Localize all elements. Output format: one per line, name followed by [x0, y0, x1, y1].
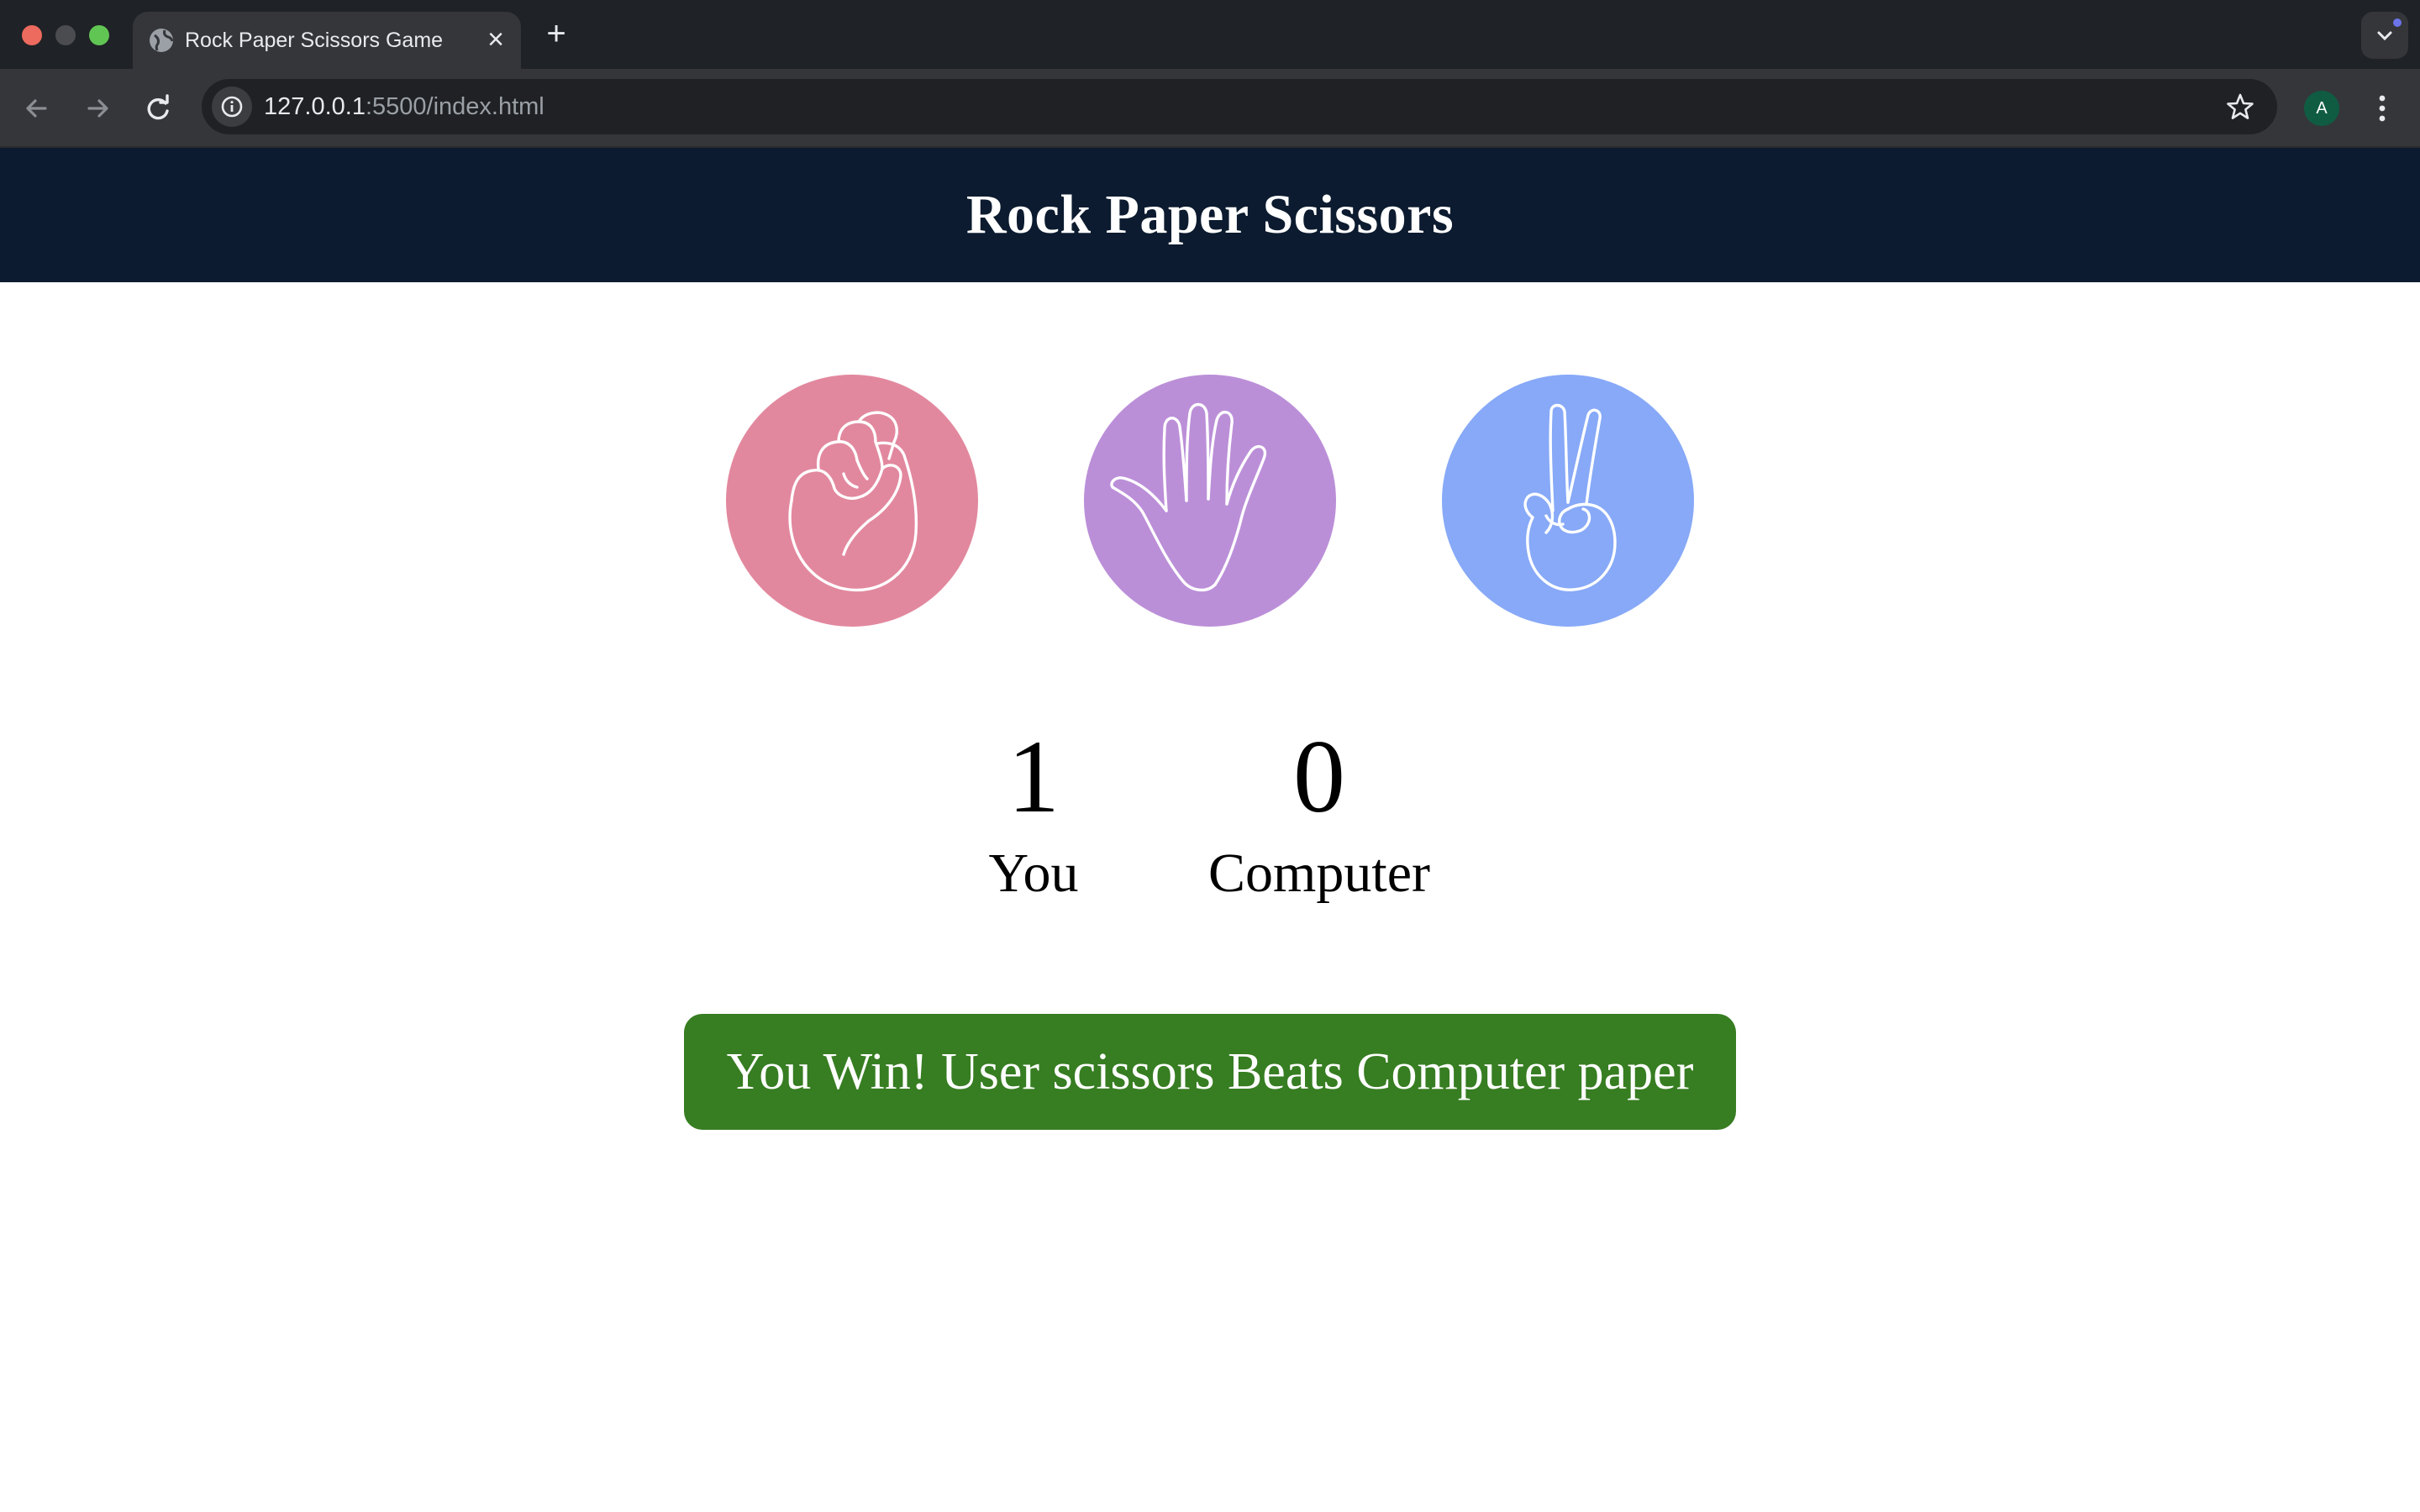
window-close-button[interactable] — [22, 25, 42, 45]
peace-hand-icon — [1523, 403, 1617, 591]
page-title: Rock Paper Scissors — [965, 184, 1455, 245]
user-score-label: You — [988, 843, 1079, 904]
computer-score-label: Computer — [1208, 843, 1430, 904]
forward-arrow-icon[interactable] — [77, 88, 118, 129]
url-host: 127.0.0.1 — [264, 93, 366, 120]
open-hand-icon — [1110, 402, 1267, 591]
new-tab-button[interactable]: + — [539, 15, 573, 52]
rock-choice-button[interactable] — [726, 375, 978, 627]
tab-title: Rock Paper Scissors Game — [185, 29, 444, 52]
window-minimize-button[interactable] — [55, 25, 76, 45]
info-icon — [221, 96, 243, 118]
window-maximize-button[interactable] — [89, 25, 109, 45]
notification-dot — [2393, 18, 2402, 27]
browser-tab[interactable]: Rock Paper Scissors Game × — [133, 12, 521, 69]
tab-search-button[interactable] — [2361, 12, 2408, 59]
browser-toolbar: 127.0.0.1:5500/index.html A — [0, 69, 2420, 148]
fist-icon — [788, 411, 918, 592]
address-bar[interactable]: 127.0.0.1:5500/index.html — [202, 79, 2277, 134]
bookmark-star-icon[interactable] — [2225, 92, 2255, 122]
profile-avatar[interactable]: A — [2304, 91, 2339, 126]
result-message: You Win! User scissors Beats Computer pa… — [684, 1014, 1736, 1130]
url-path: :5500/index.html — [365, 93, 544, 120]
back-arrow-icon[interactable] — [17, 88, 57, 129]
reload-icon[interactable] — [138, 88, 178, 129]
tab-close-icon[interactable]: × — [482, 25, 509, 54]
browser-tab-bar: Rock Paper Scissors Game × + — [0, 0, 2420, 69]
scissors-choice-button[interactable] — [1442, 375, 1694, 627]
globe-icon — [150, 29, 174, 52]
user-score: 1 — [1007, 719, 1060, 834]
more-menu-icon[interactable] — [2370, 87, 2395, 129]
page-header: Rock Paper Scissors — [0, 148, 2420, 282]
site-info-button[interactable] — [212, 87, 252, 127]
chevron-down-icon — [2377, 31, 2392, 41]
computer-score: 0 — [1293, 719, 1345, 834]
paper-choice-button[interactable] — [1084, 375, 1336, 627]
url-text[interactable]: 127.0.0.1:5500/index.html — [264, 79, 544, 134]
